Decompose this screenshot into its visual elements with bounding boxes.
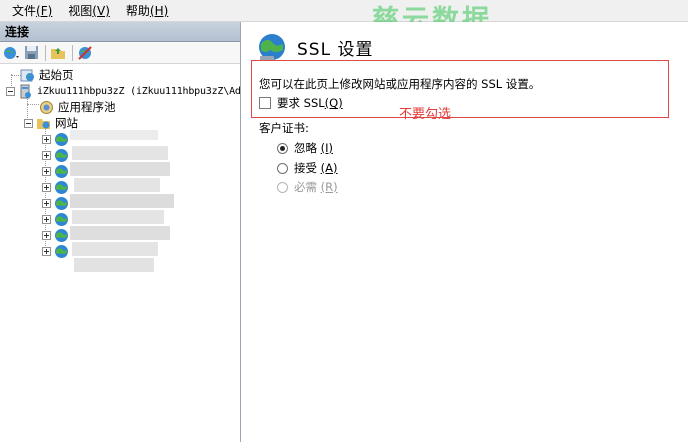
require-ssl-row[interactable]: 要求 SSL (Q) <box>259 95 343 111</box>
tree-server-node[interactable]: iZkuu111hbpu3zZ (iZkuu111hbpu3zZ\Ad <box>6 83 241 99</box>
tree-start-page[interactable]: 起始页 <box>20 67 74 83</box>
globe-icon <box>55 164 68 178</box>
radio-require-button <box>277 181 288 193</box>
radio-accept-label: 接受 <box>294 161 317 175</box>
tree-site-item[interactable] <box>42 227 73 243</box>
ssl-globe-icon <box>259 34 285 61</box>
start-page-icon <box>20 69 34 81</box>
radio-accept-button[interactable] <box>277 162 288 174</box>
start-page-label: 起始页 <box>39 68 74 82</box>
radio-require: 必需 (R) <box>277 179 338 195</box>
server-icon <box>20 84 31 98</box>
radio-require-label: 必需 <box>294 180 317 194</box>
tree-sites-node[interactable]: 网站 <box>24 115 78 131</box>
tree-site-item[interactable] <box>42 211 73 227</box>
globe-icon <box>55 196 68 210</box>
require-ssl-accel: (Q) <box>324 96 343 110</box>
disconnect-icon[interactable] <box>76 44 94 62</box>
sites-folder-icon <box>37 118 50 129</box>
connections-toolbar <box>0 42 240 64</box>
radio-accept[interactable]: 接受 (A) <box>277 160 338 176</box>
require-ssl-checkbox[interactable] <box>259 97 271 109</box>
toolbar-separator <box>45 44 46 61</box>
menu-bar: 文件(F) 视图(V) 帮助(H) <box>0 0 688 22</box>
globe-icon <box>55 244 68 258</box>
annotation-text: 不要勾选 <box>399 107 452 122</box>
site-expand-toggle[interactable] <box>42 182 51 192</box>
app-pools-label: 应用程序池 <box>58 100 116 114</box>
site-expand-toggle[interactable] <box>42 150 51 160</box>
tree-app-pools[interactable]: 应用程序池 <box>39 99 116 115</box>
toolbar-separator <box>72 44 73 61</box>
menu-help[interactable]: 帮助(H) <box>118 0 176 22</box>
page-title: SSL 设置 <box>297 39 374 60</box>
site-expand-toggle[interactable] <box>42 166 51 176</box>
tree-site-item[interactable] <box>42 131 73 147</box>
ssl-settings-pane: SSL 设置 您可以在此页上修改网站或应用程序内容的 SSL 设置。 要求 SS… <box>247 22 688 442</box>
site-expand-toggle[interactable] <box>42 230 51 240</box>
menu-file[interactable]: 文件(F) <box>4 0 60 22</box>
save-icon[interactable] <box>22 44 40 62</box>
radio-ignore-accel: (I) <box>320 141 334 155</box>
page-header: SSL 设置 <box>257 32 373 62</box>
connections-pane: 连接 起始页 iZkuu111hbpu3zZ (iZkuu111hbpu3zZ\… <box>0 22 241 442</box>
radio-ignore-button[interactable] <box>277 142 288 154</box>
tree-site-item[interactable] <box>42 195 73 211</box>
iis-manager-window: 文件(F) 视图(V) 帮助(H) 慈云数据 连接 起始页 iZkuu111hb… <box>0 0 688 442</box>
server-label: iZkuu111hbpu3zZ (iZkuu111hbpu3zZ\Ad <box>37 85 241 97</box>
sites-label: 网站 <box>55 116 78 130</box>
app-pool-icon <box>40 100 53 114</box>
require-ssl-label: 要求 SSL <box>277 96 325 110</box>
globe-icon <box>55 228 68 242</box>
radio-ignore-label: 忽略 <box>294 141 317 155</box>
radio-require-accel: (R) <box>320 180 338 194</box>
connections-tree: 起始页 iZkuu111hbpu3zZ (iZkuu111hbpu3zZ\Ad … <box>0 66 241 442</box>
ssl-description: 您可以在此页上修改网站或应用程序内容的 SSL 设置。 <box>259 77 541 91</box>
connect-globe-icon[interactable] <box>2 44 20 62</box>
sites-collapse-toggle[interactable] <box>24 118 33 128</box>
radio-ignore[interactable]: 忽略 (I) <box>277 140 333 156</box>
radio-accept-accel: (A) <box>320 161 338 175</box>
site-expand-toggle[interactable] <box>42 134 51 144</box>
tree-site-item[interactable] <box>42 163 73 179</box>
menu-view[interactable]: 视图(V) <box>60 0 118 22</box>
client-cert-label: 客户证书: <box>259 121 309 135</box>
globe-icon <box>55 132 68 146</box>
tree-site-item[interactable] <box>42 243 73 259</box>
server-collapse-toggle[interactable] <box>6 86 15 96</box>
globe-icon <box>55 212 68 226</box>
site-expand-toggle[interactable] <box>42 214 51 224</box>
site-expand-toggle[interactable] <box>42 198 51 208</box>
tree-site-item[interactable] <box>42 179 73 195</box>
tree-site-item[interactable] <box>42 147 73 163</box>
globe-icon <box>55 148 68 162</box>
globe-icon <box>55 180 68 194</box>
site-expand-toggle[interactable] <box>42 246 51 256</box>
connections-header: 连接 <box>0 22 240 42</box>
up-folder-icon[interactable] <box>49 44 67 62</box>
